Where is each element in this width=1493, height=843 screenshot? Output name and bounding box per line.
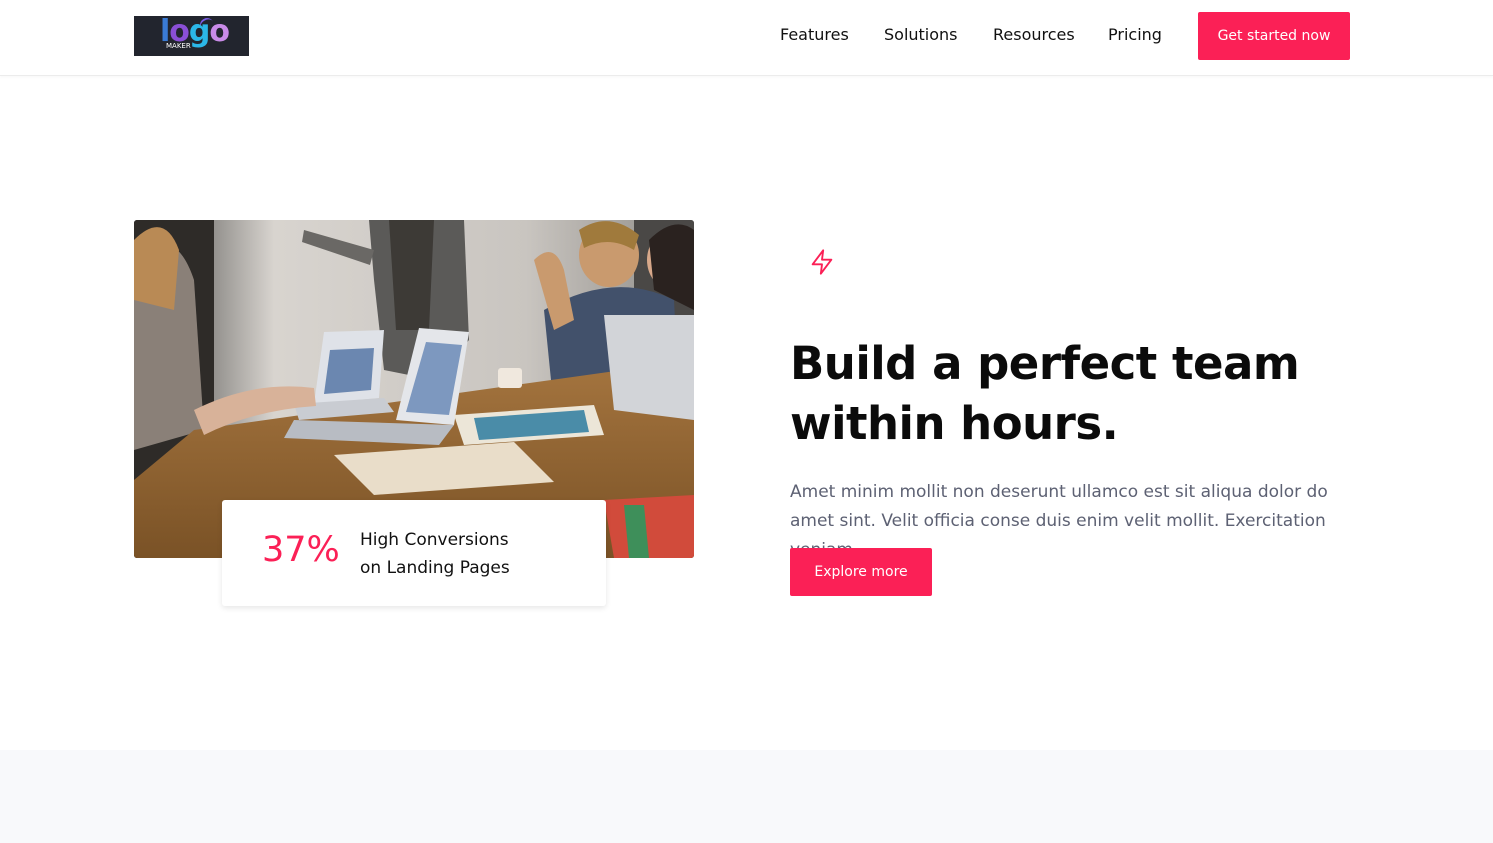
hero-headline: Build a perfect team within hours. — [790, 334, 1370, 454]
nav-link-resources[interactable]: Resources — [993, 25, 1075, 44]
nav-link-solutions[interactable]: Solutions — [884, 25, 958, 44]
stat-label: High Conversions on Landing Pages — [360, 526, 580, 582]
stat-label-line1: High Conversions — [360, 530, 509, 550]
nav-link-pricing[interactable]: Pricing — [1108, 25, 1162, 44]
logo-subtext: MAKER — [166, 42, 191, 50]
explore-more-button[interactable]: Explore more — [790, 548, 932, 596]
headline-line2: within hours. — [790, 397, 1119, 450]
lightning-bolt-icon — [808, 248, 836, 276]
headline-line1: Build a perfect team — [790, 337, 1300, 390]
stat-value: 37% — [262, 530, 340, 570]
stat-label-line2: on Landing Pages — [360, 558, 510, 578]
site-header: logo MAKER Features Solutions Resources … — [0, 0, 1493, 76]
conversion-stat-card: 37% High Conversions on Landing Pages — [222, 500, 606, 606]
nav-link-features[interactable]: Features — [780, 25, 849, 44]
get-started-button[interactable]: Get started now — [1198, 12, 1350, 60]
logo[interactable]: logo MAKER — [134, 16, 249, 56]
next-section-band — [0, 750, 1493, 843]
